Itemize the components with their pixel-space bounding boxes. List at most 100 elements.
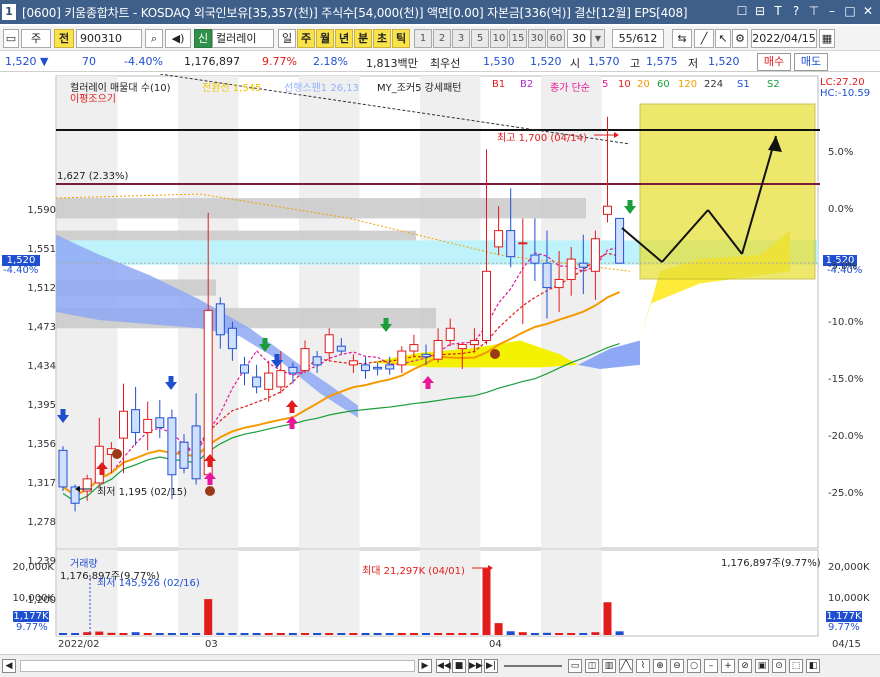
legend-ma5: 5	[602, 79, 609, 90]
candle-body	[119, 410, 128, 439]
cursor-icon[interactable]: ↖	[715, 29, 731, 48]
stock-code-input[interactable]: 900310	[76, 29, 142, 48]
line-tool-icon[interactable]: ╱	[694, 29, 714, 48]
candle-body	[469, 339, 479, 346]
low-label: 저	[688, 57, 699, 70]
gear-icon[interactable]: ⚙	[732, 29, 748, 48]
interval-button-1[interactable]: 1	[414, 29, 432, 48]
period-button-0[interactable]: 일	[278, 29, 296, 48]
scroll-left-icon[interactable]: ◀	[2, 659, 16, 673]
interval-button-5[interactable]: 5	[471, 29, 489, 48]
legend-b1: B1	[492, 79, 506, 90]
volume-bar	[446, 633, 455, 635]
end-icon[interactable]: ▶|	[484, 659, 498, 673]
interval-button-15[interactable]: 15	[509, 29, 527, 48]
bottom-tool-icon-12[interactable]: ⊙	[772, 659, 786, 673]
new-stock-badge[interactable]: 신	[194, 29, 212, 48]
bottom-tool-icon-8[interactable]: –	[704, 659, 718, 673]
high-price: 1,575	[646, 55, 678, 68]
volume-bar	[397, 633, 406, 635]
maximize-icon[interactable]: □	[842, 3, 858, 19]
candle-body	[409, 344, 419, 352]
interval-button-2[interactable]: 2	[433, 29, 451, 48]
jeon-button[interactable]: 전	[54, 29, 74, 48]
rewind-icon[interactable]: ◀◀	[436, 659, 451, 673]
volume-period-shade	[299, 550, 360, 636]
buy-arrow-stem	[207, 461, 213, 467]
volume-bar	[192, 633, 201, 635]
low-price: 1,520	[708, 55, 740, 68]
search-icon[interactable]: ⌕	[145, 29, 163, 48]
candle-body	[131, 409, 141, 433]
date-input[interactable]: 2022/04/15	[751, 29, 817, 48]
bottom-tool-icon-7[interactable]: ○	[687, 659, 701, 673]
bottom-tool-icon-1[interactable]: ◫	[585, 659, 599, 673]
volume-bar	[131, 632, 140, 635]
interval-button-10[interactable]: 10	[490, 29, 508, 48]
period-button-5[interactable]: 초	[373, 29, 391, 48]
legend-ma-label: 종가 단순	[550, 83, 590, 94]
zoom-slider[interactable]	[504, 665, 562, 667]
bottom-tool-icon-13[interactable]: ⬚	[789, 659, 803, 673]
restore-icon[interactable]: ☐	[734, 3, 750, 19]
sell-button[interactable]: 매도	[794, 53, 828, 71]
scroll-right-icon[interactable]: ▶	[418, 659, 432, 673]
candle-body	[300, 348, 310, 372]
candle-body	[542, 262, 552, 289]
candle-body	[288, 366, 298, 374]
pin-icon[interactable]: ⊤	[806, 3, 822, 19]
buy-arrow-stem	[289, 407, 295, 413]
bottom-tool-icon-9[interactable]: +	[721, 659, 735, 673]
period-button-6[interactable]: 틱	[392, 29, 410, 48]
bottom-tool-icon-10[interactable]: ⊘	[738, 659, 752, 673]
bottom-tool-icon-0[interactable]: ▭	[568, 659, 582, 673]
sell-signal-arrow-stem	[627, 200, 633, 206]
candle-body	[324, 334, 334, 354]
interval-button-30[interactable]: 30	[528, 29, 546, 48]
market-select[interactable]: 주	[21, 29, 51, 48]
right-axis-tick: -5.0%	[828, 260, 858, 272]
interval-button-3[interactable]: 3	[452, 29, 470, 48]
chart-tools-icon[interactable]: ⇆	[672, 29, 692, 48]
interval-button-60[interactable]: 60	[547, 29, 565, 48]
question-icon[interactable]: ?	[788, 3, 804, 19]
volume-bar	[373, 633, 382, 635]
forward-icon[interactable]: ▶▶	[468, 659, 483, 673]
stock-name-field[interactable]: 컬러레이	[212, 29, 274, 48]
bottom-tool-icon-6[interactable]: ⊖	[670, 659, 684, 673]
bottom-tool-icon-4[interactable]: ⌇	[636, 659, 650, 673]
volume-bar	[434, 633, 443, 635]
bottom-tool-icon-5[interactable]: ⊕	[653, 659, 667, 673]
period-button-2[interactable]: 월	[316, 29, 334, 48]
interval-value-select[interactable]: 30	[567, 29, 591, 48]
period-button-3[interactable]: 년	[335, 29, 353, 48]
chevron-down-icon[interactable]: ▼	[591, 29, 605, 48]
minimize-icon[interactable]: ⊟	[752, 3, 768, 19]
calendar-icon[interactable]: ▦	[819, 29, 835, 48]
period-button-1[interactable]: 주	[297, 29, 315, 48]
candle-body	[312, 356, 322, 366]
bottom-tool-icon-3[interactable]: ╱╲	[619, 659, 633, 673]
chart-area[interactable]: 컬러레이 매물대 수(10) 이평조으기 전환선 1,545 선행스팬1 26,…	[0, 74, 880, 654]
horizontal-scrollbar[interactable]	[20, 660, 415, 672]
bottom-tool-icon-11[interactable]: ▣	[755, 659, 769, 673]
stop-icon[interactable]: ■	[452, 659, 466, 673]
candle-body	[615, 217, 625, 264]
candle-body	[482, 270, 491, 341]
text-icon[interactable]: T	[770, 3, 786, 19]
period-button-4[interactable]: 분	[354, 29, 372, 48]
window-minimize-icon[interactable]: –	[824, 3, 840, 19]
sound-icon[interactable]: ◀)	[165, 29, 191, 48]
volume-bar	[240, 633, 249, 635]
candle-body	[385, 364, 395, 370]
candle-body	[373, 366, 383, 370]
volume-value: 1,176,897	[184, 55, 240, 68]
volume-bar	[470, 633, 479, 635]
candle-body	[421, 353, 431, 358]
bottom-tool-icon-14[interactable]: ◧	[806, 659, 820, 673]
dropdown-toggle-icon[interactable]: ▭	[3, 29, 19, 48]
left-axis-tick: 1,590	[27, 205, 56, 216]
buy-button[interactable]: 매수	[757, 53, 791, 71]
close-icon[interactable]: ✕	[860, 3, 876, 19]
bottom-tool-icon-2[interactable]: ▥	[602, 659, 616, 673]
